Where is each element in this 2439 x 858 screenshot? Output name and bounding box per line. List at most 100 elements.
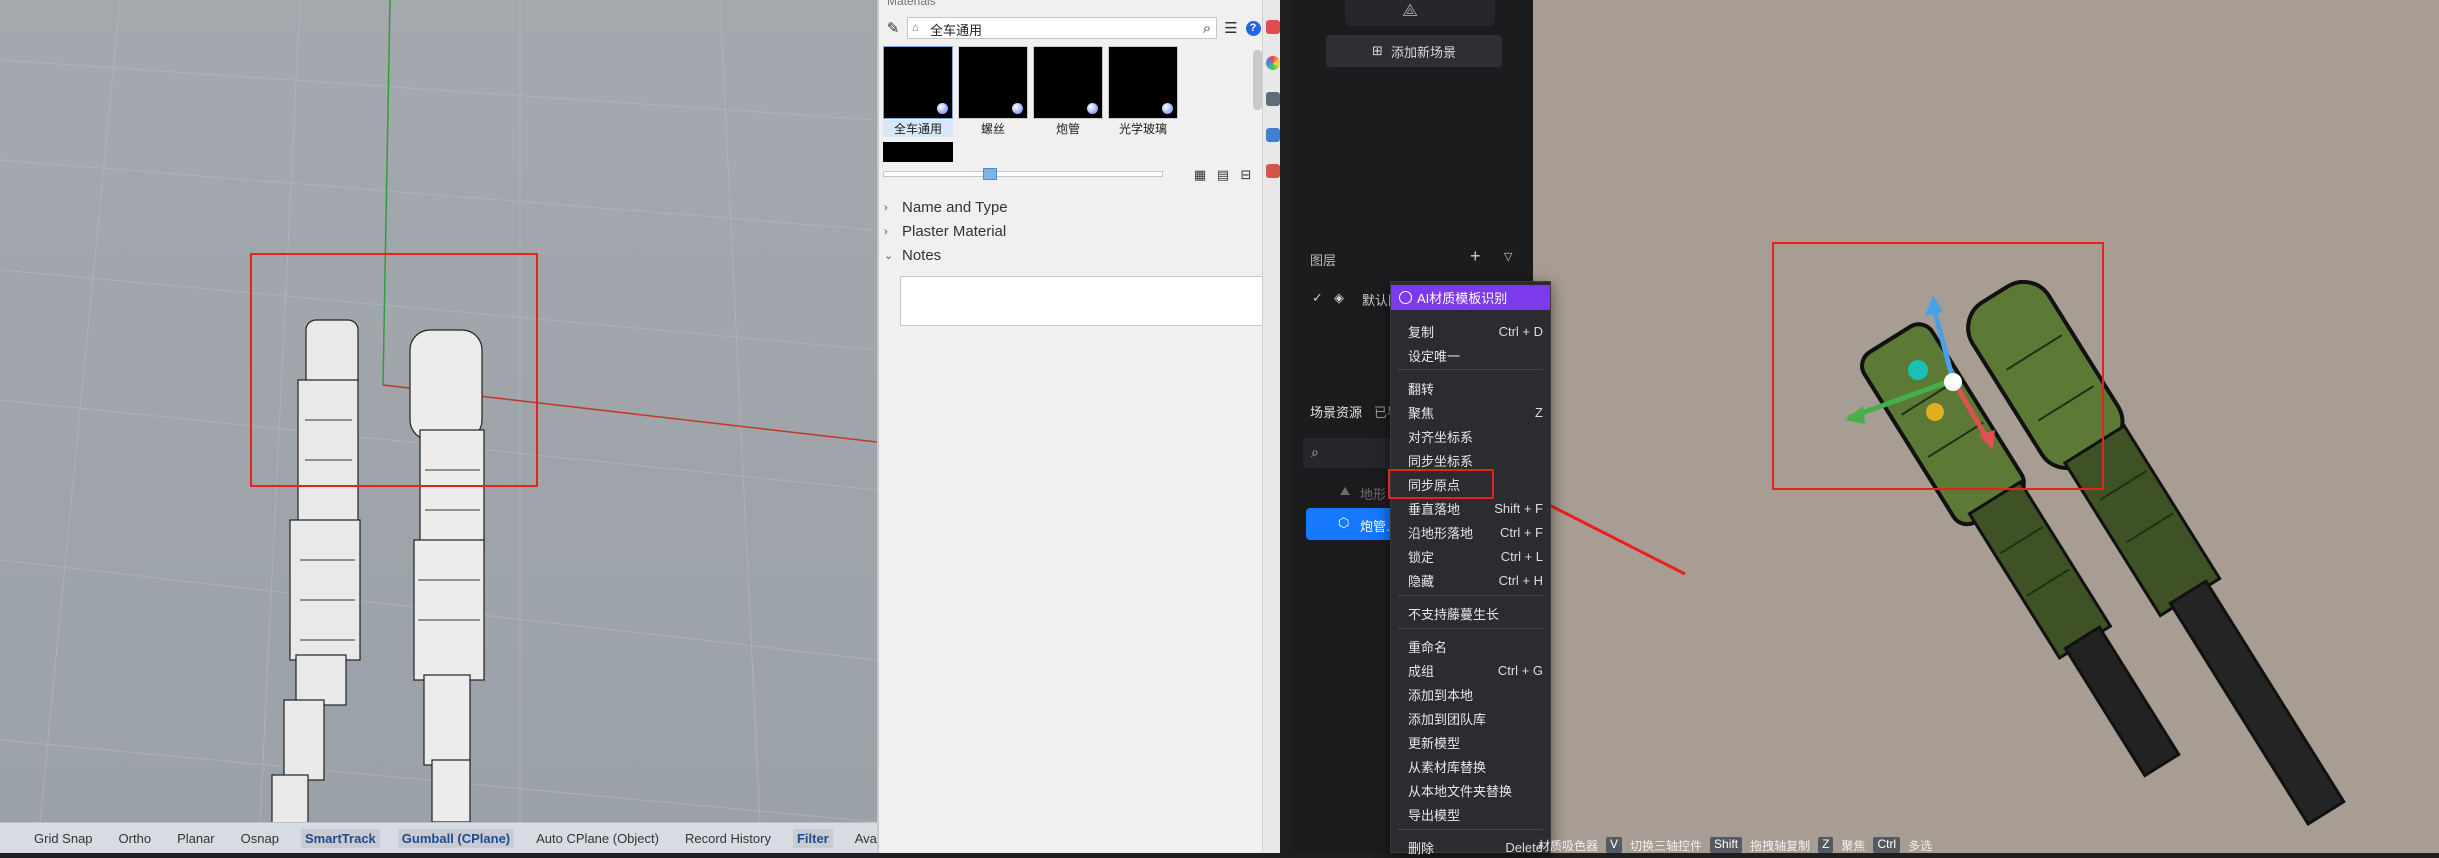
menu-item-ai-material[interactable]: AI材质模板识别 bbox=[1391, 285, 1550, 310]
shortcut-label: 多选 bbox=[1908, 839, 1933, 853]
thumbnail-size-slider[interactable] bbox=[883, 171, 1163, 177]
filter-icon: ⌂ bbox=[912, 22, 919, 34]
scene-assets-tab[interactable]: 场景资源 bbox=[1310, 402, 1362, 421]
shortcut-hint-bar: 材质吸色器 V 切换三轴控件 Shift 拖拽轴复制 Z 聚焦 Ctrl 多选 bbox=[1538, 837, 1932, 853]
layer-dropdown-icon[interactable]: ▽ bbox=[1504, 250, 1512, 263]
menu-item-sync-axes[interactable]: 同步坐标系 bbox=[1408, 449, 1543, 471]
shortcut-key: V bbox=[1606, 837, 1623, 853]
render-icon[interactable] bbox=[1266, 164, 1280, 178]
swatch-label: 炮管 bbox=[1055, 122, 1080, 136]
slider-thumb[interactable] bbox=[983, 168, 997, 180]
shortcut-label: 切换三轴控件 bbox=[1630, 839, 1703, 853]
menu-item-align-axes[interactable]: 对齐坐标系 bbox=[1408, 425, 1543, 447]
asset-terrain[interactable]: 地形 bbox=[1360, 484, 1386, 503]
layer-icon: ◈ bbox=[1334, 290, 1344, 305]
ai-icon bbox=[1399, 291, 1412, 304]
chevron-right-icon: › bbox=[884, 201, 888, 214]
menu-item-drop-vertical[interactable]: 垂直落地 Shift + F bbox=[1408, 497, 1543, 519]
section-plaster-material[interactable]: › Plaster Material bbox=[884, 223, 1006, 240]
menu-item-delete[interactable]: 删除 Delete bbox=[1408, 836, 1543, 858]
chevron-down-icon: ⌄ bbox=[884, 250, 894, 262]
menu-item-drop-terrain[interactable]: 沿地形落地 Ctrl + F bbox=[1408, 521, 1543, 543]
status-ortho[interactable]: Ortho bbox=[115, 829, 156, 848]
menu-item-copy[interactable]: 复制 Ctrl + D bbox=[1408, 320, 1543, 342]
menu-divider bbox=[1398, 829, 1543, 830]
scene-3d-view[interactable] bbox=[1533, 0, 2439, 853]
shortcut-key: Shift bbox=[1710, 837, 1743, 853]
search-icon[interactable]: ⌕ bbox=[1197, 18, 1217, 38]
status-planar[interactable]: Planar bbox=[173, 829, 219, 848]
swatch-partial[interactable] bbox=[883, 142, 953, 162]
status-auto-cplane[interactable]: Auto CPlane (Object) bbox=[532, 829, 663, 848]
asset-search-input[interactable]: ⌕ bbox=[1303, 438, 1393, 468]
notes-textarea[interactable] bbox=[900, 276, 1264, 326]
status-osnap[interactable]: Osnap bbox=[237, 829, 283, 848]
menu-item-set-unique[interactable]: 设定唯一 bbox=[1408, 344, 1543, 366]
annotation-highlight-sync-origin bbox=[1388, 469, 1494, 499]
menu-item-add-local[interactable]: 添加到本地 bbox=[1408, 683, 1543, 705]
eyedropper-icon[interactable]: ✎ bbox=[883, 18, 903, 38]
rhino-viewport-canvas bbox=[0, 0, 877, 822]
status-gumball[interactable]: Gumball (CPlane) bbox=[397, 828, 515, 848]
terrain-icon: ⛰ bbox=[1340, 484, 1351, 498]
rhino-viewport[interactable] bbox=[0, 0, 877, 822]
materials-tab-icon[interactable] bbox=[1266, 20, 1280, 34]
status-smarttrack[interactable]: SmartTrack bbox=[300, 828, 380, 848]
tree-view-icon[interactable]: ⊟ bbox=[1236, 165, 1256, 185]
swatch-label: 螺丝 bbox=[980, 122, 1005, 136]
shortcut-label: 拖拽轴复制 bbox=[1750, 839, 1811, 853]
rhino-status-bar: Grid Snap Ortho Planar Osnap SmartTrack … bbox=[0, 822, 877, 853]
swatch-quanchetongyong[interactable] bbox=[883, 46, 953, 119]
logo-icon: ⟁ bbox=[1402, 0, 1419, 20]
add-scene-icon: ⊞ bbox=[1372, 43, 1383, 58]
status-memory: Available physical memory: 11883 MB bbox=[854, 830, 877, 846]
menu-item-rename[interactable]: 重命名 bbox=[1408, 635, 1543, 657]
menu-item-focus[interactable]: 聚焦 Z bbox=[1408, 401, 1543, 423]
menu-item-replace-library[interactable]: 从素材库替换 bbox=[1408, 755, 1543, 777]
section-name-and-type[interactable]: › Name and Type bbox=[884, 199, 1008, 216]
scene-thumbnail[interactable] bbox=[1345, 0, 1495, 26]
menu-item-lock[interactable]: 锁定 Ctrl + L bbox=[1408, 545, 1543, 567]
section-notes[interactable]: ⌄ Notes bbox=[884, 247, 941, 264]
menu-icon[interactable]: ☰ bbox=[1221, 18, 1241, 38]
menu-item-hide[interactable]: 隐藏 Ctrl + H bbox=[1408, 569, 1543, 591]
menu-item-replace-local[interactable]: 从本地文件夹替换 bbox=[1408, 779, 1543, 801]
shortcut-key: Z bbox=[1818, 837, 1834, 853]
display-icon[interactable] bbox=[1266, 92, 1280, 106]
grid-view-icon[interactable]: ▦ bbox=[1190, 165, 1210, 185]
materials-panel: Materials ✎ 全车通用 ⌂ ⌕ ☰ ? 全车通用 螺丝 炮管 光学玻璃… bbox=[877, 0, 1272, 853]
materials-toolbar: ✎ 全车通用 ⌂ ⌕ ☰ ? bbox=[879, 14, 1274, 42]
shortcut-label: 材质吸色器 bbox=[1538, 839, 1599, 853]
materials-title: Materials bbox=[887, 0, 936, 8]
menu-divider bbox=[1398, 628, 1543, 629]
color-wheel-icon[interactable] bbox=[1266, 56, 1280, 70]
swatch-scrollbar[interactable] bbox=[1253, 50, 1262, 110]
menu-item-add-team[interactable]: 添加到团队库 bbox=[1408, 707, 1543, 729]
environment-icon[interactable] bbox=[1266, 128, 1280, 142]
help-icon[interactable]: ? bbox=[1243, 18, 1263, 38]
menu-item-no-vine[interactable]: 不支持藤蔓生长 bbox=[1408, 602, 1543, 624]
menu-item-update-model[interactable]: 更新模型 bbox=[1408, 731, 1543, 753]
add-layer-icon[interactable]: + bbox=[1470, 246, 1481, 267]
status-filter[interactable]: Filter bbox=[792, 828, 833, 848]
menu-divider bbox=[1398, 595, 1543, 596]
layers-title: 图层 bbox=[1310, 253, 1337, 268]
menu-item-group[interactable]: 成组 Ctrl + G bbox=[1408, 659, 1543, 681]
menu-item-export-model[interactable]: 导出模型 bbox=[1408, 803, 1543, 825]
swatch-label: 光学玻璃 bbox=[1118, 122, 1167, 136]
swatch-luosi[interactable] bbox=[958, 46, 1028, 119]
shortcut-label: 聚焦 bbox=[1841, 839, 1866, 853]
menu-item-flip[interactable]: 翻转 bbox=[1408, 377, 1543, 399]
add-scene-button[interactable]: ⊞ 添加新场景 bbox=[1326, 35, 1502, 67]
large-grid-view-icon[interactable]: ▤ bbox=[1213, 165, 1233, 185]
check-icon[interactable]: ✓ bbox=[1312, 290, 1323, 306]
swatch-guangxueboli[interactable] bbox=[1108, 46, 1178, 119]
search-icon: ⌕ bbox=[1311, 444, 1319, 460]
status-record-history[interactable]: Record History bbox=[681, 829, 775, 848]
scene-canvas bbox=[1772, 242, 2346, 826]
status-grid-snap[interactable]: Grid Snap bbox=[30, 829, 97, 848]
menu-divider bbox=[1398, 369, 1543, 370]
material-search-field[interactable]: 全车通用 bbox=[907, 17, 1217, 39]
shortcut-key: Ctrl bbox=[1873, 837, 1901, 853]
swatch-paoguan[interactable] bbox=[1033, 46, 1103, 119]
